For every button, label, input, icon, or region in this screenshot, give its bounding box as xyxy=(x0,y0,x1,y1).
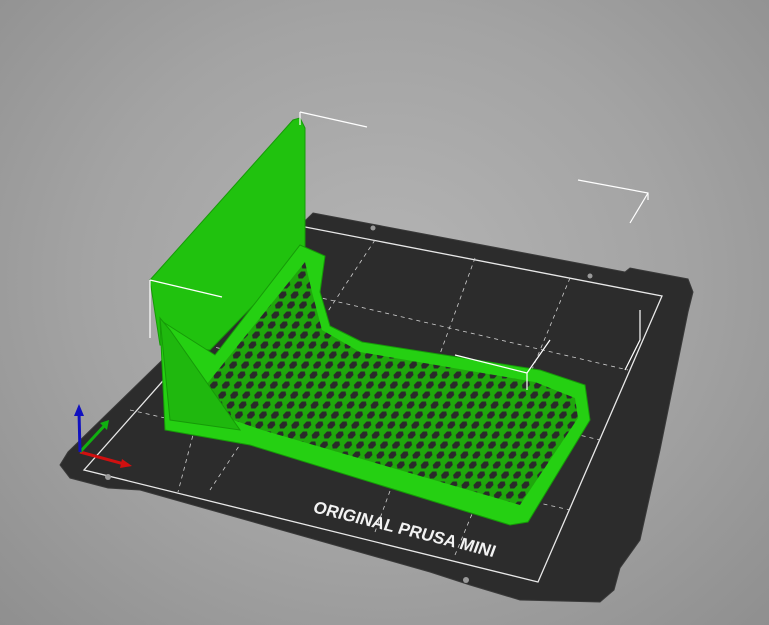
print-bed: ORIGINAL PRUSA MINI xyxy=(59,212,694,603)
z-axis xyxy=(77,411,82,453)
bed-screw-hole xyxy=(587,273,593,279)
bed-screw-hole xyxy=(463,577,469,583)
bed-screw-hole xyxy=(105,474,111,480)
3d-viewport[interactable]: ORIGINAL PRUSA MINI xyxy=(0,0,769,625)
z-axis-arrow-icon xyxy=(74,404,84,416)
bed-screw-hole xyxy=(370,225,376,231)
